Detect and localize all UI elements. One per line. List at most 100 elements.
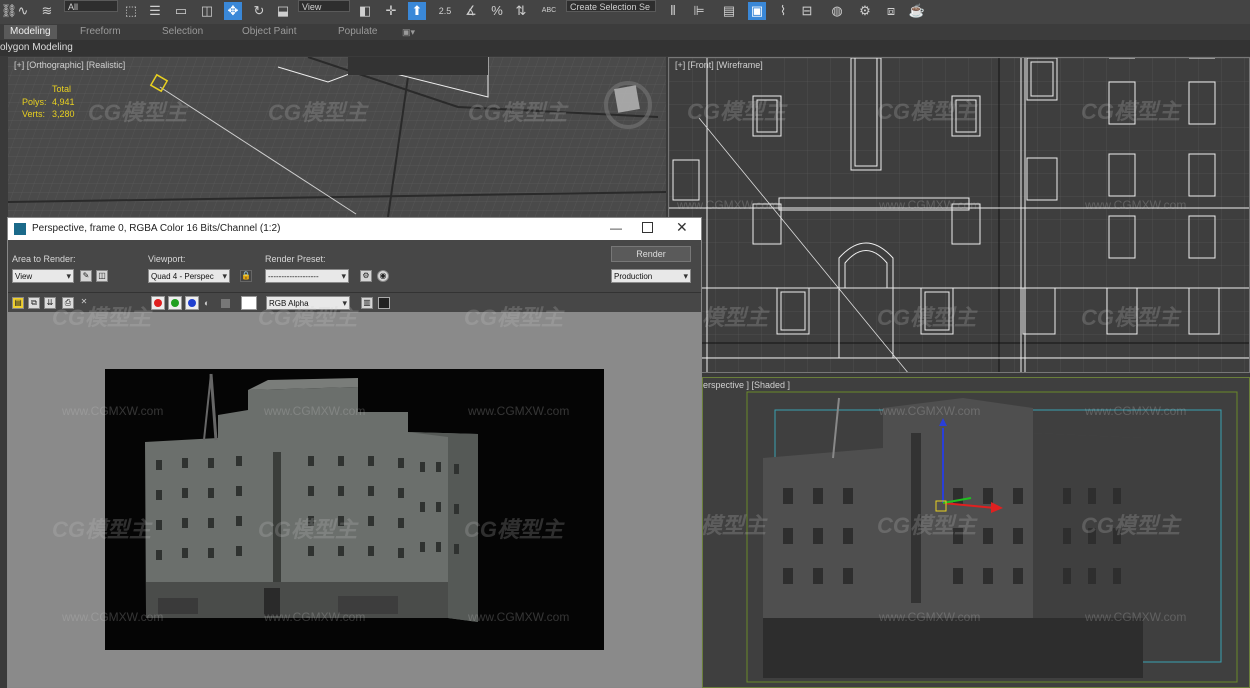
copy-image-icon[interactable]: ⧉ <box>28 297 40 309</box>
mirror-icon[interactable]: ⫴ <box>664 2 682 20</box>
channel-display-value: RGB Alpha <box>269 299 309 308</box>
reference-coord-dropdown[interactable]: View <box>298 0 350 12</box>
window-crossing-icon[interactable]: ◫ <box>198 2 216 20</box>
viewport-orthographic[interactable]: [+] [Orthographic] [Realistic] Total Pol… <box>8 57 666 217</box>
render-setup-icon[interactable]: ⚙ <box>360 270 372 282</box>
select-by-name-icon[interactable]: ☰ <box>146 2 164 20</box>
app-logo-icon <box>14 223 26 235</box>
scale-icon[interactable]: ⬓ <box>274 2 292 20</box>
close-icon[interactable]: ✕ <box>676 219 688 236</box>
named-selection-value: Create Selection Se <box>570 2 651 12</box>
watermark-url: www.CGMXW.com <box>879 404 981 418</box>
spinner-snap-icon[interactable]: ⇅ <box>512 2 530 20</box>
green-channel-toggle[interactable] <box>168 296 182 310</box>
scene-explorer-icon[interactable]: ▣ <box>748 2 766 20</box>
layer-explorer-icon[interactable]: ▤ <box>720 2 738 20</box>
angle-snap-icon[interactable]: ∡ <box>462 2 480 20</box>
tab-modeling[interactable]: Modeling <box>4 25 57 39</box>
move-icon[interactable]: ✥ <box>224 2 242 20</box>
tab-populate[interactable]: Populate <box>338 25 377 39</box>
production-value: Production <box>614 272 653 281</box>
render-canvas: CG模型主 CG模型主 CG模型主 CG模型主 CG模型主 CG模型主 www.… <box>8 305 701 687</box>
polygon-modeling-label[interactable]: olygon Modeling <box>0 41 73 55</box>
stats-verts-label: Verts: <box>22 109 46 119</box>
viewport-perspective[interactable]: erspective ] [Shaded ] CG模型主 CG模型主 CG模型主… <box>702 377 1250 688</box>
watermark-url: www.CGMXW.com <box>879 198 981 212</box>
viewport-dropdown[interactable]: Quad 4 - Perspec <box>148 269 230 283</box>
tab-object-paint[interactable]: Object Paint <box>242 25 296 39</box>
lock-viewport-icon[interactable]: 🔒 <box>240 270 252 282</box>
main-toolbar: ⛓ ∿ ≋ All ⬚ ☰ ▭ ◫ ✥ ↻ ⬓ View ◧ ✛ ⬆ 2.5 ∡… <box>0 0 1250 25</box>
production-dropdown[interactable]: Production <box>611 269 691 283</box>
snaps-toggle-icon[interactable]: 2.5 <box>436 2 454 20</box>
area-to-render-value: View <box>15 272 33 281</box>
rectangular-selection-icon[interactable]: ▭ <box>172 2 190 20</box>
watermark-url: www.CGMXW.com <box>677 198 779 212</box>
rendered-image <box>105 369 604 650</box>
align-icon[interactable]: ⊫ <box>690 2 708 20</box>
viewport-label-perspective[interactable]: erspective ] [Shaded ] <box>703 380 790 390</box>
viewport-label-front[interactable]: [+] [Front] [Wireframe] <box>675 60 763 70</box>
toggle-ui-icon[interactable]: ▥ <box>361 297 373 309</box>
reference-coord-value: View <box>302 2 322 12</box>
monochrome-icon[interactable] <box>221 299 230 308</box>
watermark-url: www.CGMXW.com <box>1085 198 1187 212</box>
edit-named-selection-icon[interactable]: ABC <box>540 2 558 20</box>
maximize-icon[interactable] <box>642 222 653 233</box>
area-to-render-dropdown[interactable]: View <box>12 269 74 283</box>
print-icon[interactable]: ⎙ <box>62 297 74 309</box>
snap-angle-label: 2.5 <box>438 6 452 16</box>
unlink-icon[interactable]: ∿ <box>14 2 32 20</box>
viewport-label-orthographic[interactable]: [+] [Orthographic] [Realistic] <box>14 60 125 70</box>
render-preset-dropdown[interactable]: ------------------- <box>265 269 349 283</box>
select-object-icon[interactable]: ⬚ <box>122 2 140 20</box>
alpha-channel-icon[interactable]: ◐ <box>204 298 212 308</box>
pivot-center-icon[interactable]: ◧ <box>356 2 374 20</box>
stats-polys-value: 4,941 <box>52 97 75 107</box>
save-image-icon[interactable]: ▤ <box>12 297 24 309</box>
watermark-url: www.CGMXW.com <box>264 610 366 624</box>
spinner-snap-label: ABC <box>541 7 557 14</box>
select-manipulate-icon[interactable]: ✛ <box>382 2 400 20</box>
rendered-frame-titlebar[interactable]: Perspective, frame 0, RGBA Color 16 Bits… <box>8 218 701 240</box>
color-swatch[interactable] <box>241 296 257 310</box>
blue-channel-toggle[interactable] <box>185 296 199 310</box>
environment-icon[interactable]: ◉ <box>377 270 389 282</box>
front-wireframe <box>669 58 1249 372</box>
schematic-view-icon[interactable]: ⊟ <box>798 2 816 20</box>
viewport-front[interactable]: [+] [Front] [Wireframe] CG模型主 CG模型主 CG模型… <box>668 57 1250 373</box>
watermark-url: www.CGMXW.com <box>468 404 570 418</box>
edit-region-icon[interactable]: ✎ <box>80 270 92 282</box>
named-selection-dropdown[interactable]: Create Selection Se <box>566 0 656 12</box>
rotate-icon[interactable]: ↻ <box>250 2 268 20</box>
red-channel-toggle[interactable] <box>151 296 165 310</box>
clone-window-icon[interactable]: ⇊ <box>44 297 56 309</box>
tab-selection[interactable]: Selection <box>162 25 203 39</box>
render-setup-icon[interactable]: ⚙ <box>856 2 874 20</box>
percent-snap-label: % <box>491 3 503 18</box>
rendered-frame-window-icon[interactable]: ⧈ <box>882 2 900 20</box>
rendered-frame-controls: Area to Render: View ✎ ◫ Viewport: Quad … <box>8 240 701 312</box>
channel-display-dropdown[interactable]: RGB Alpha <box>266 296 350 310</box>
ribbon-options-icon[interactable]: ▣▾ <box>402 25 415 39</box>
stats-polys-label: Polys: <box>22 97 47 107</box>
curve-editor-icon[interactable]: ⌇ <box>774 2 792 20</box>
minimize-icon[interactable]: — <box>610 221 622 235</box>
selection-filter-dropdown[interactable]: All <box>64 0 118 12</box>
tab-freeform[interactable]: Freeform <box>80 25 121 39</box>
stats-verts-value: 3,280 <box>52 109 75 119</box>
viewport-label: Viewport: <box>148 254 186 264</box>
controls-divider <box>8 292 701 293</box>
percent-snap-icon[interactable]: % <box>488 2 506 20</box>
render-production-icon[interactable]: ☕ <box>908 2 926 20</box>
toggle-overlay-icon[interactable] <box>378 297 390 309</box>
render-button[interactable]: Render <box>611 246 691 262</box>
keyboard-shortcut-override-icon[interactable]: ⬆ <box>408 2 426 20</box>
watermark-url: www.CGMXW.com <box>879 610 981 624</box>
auto-region-icon[interactable]: ◫ <box>96 270 108 282</box>
material-editor-icon[interactable]: ◍ <box>828 2 846 20</box>
stats-total-label: Total <box>52 84 72 94</box>
render-preset-value: ------------------- <box>268 272 319 281</box>
bind-spacewarp-icon[interactable]: ≋ <box>38 2 56 20</box>
clear-icon[interactable]: ✕ <box>78 297 90 309</box>
